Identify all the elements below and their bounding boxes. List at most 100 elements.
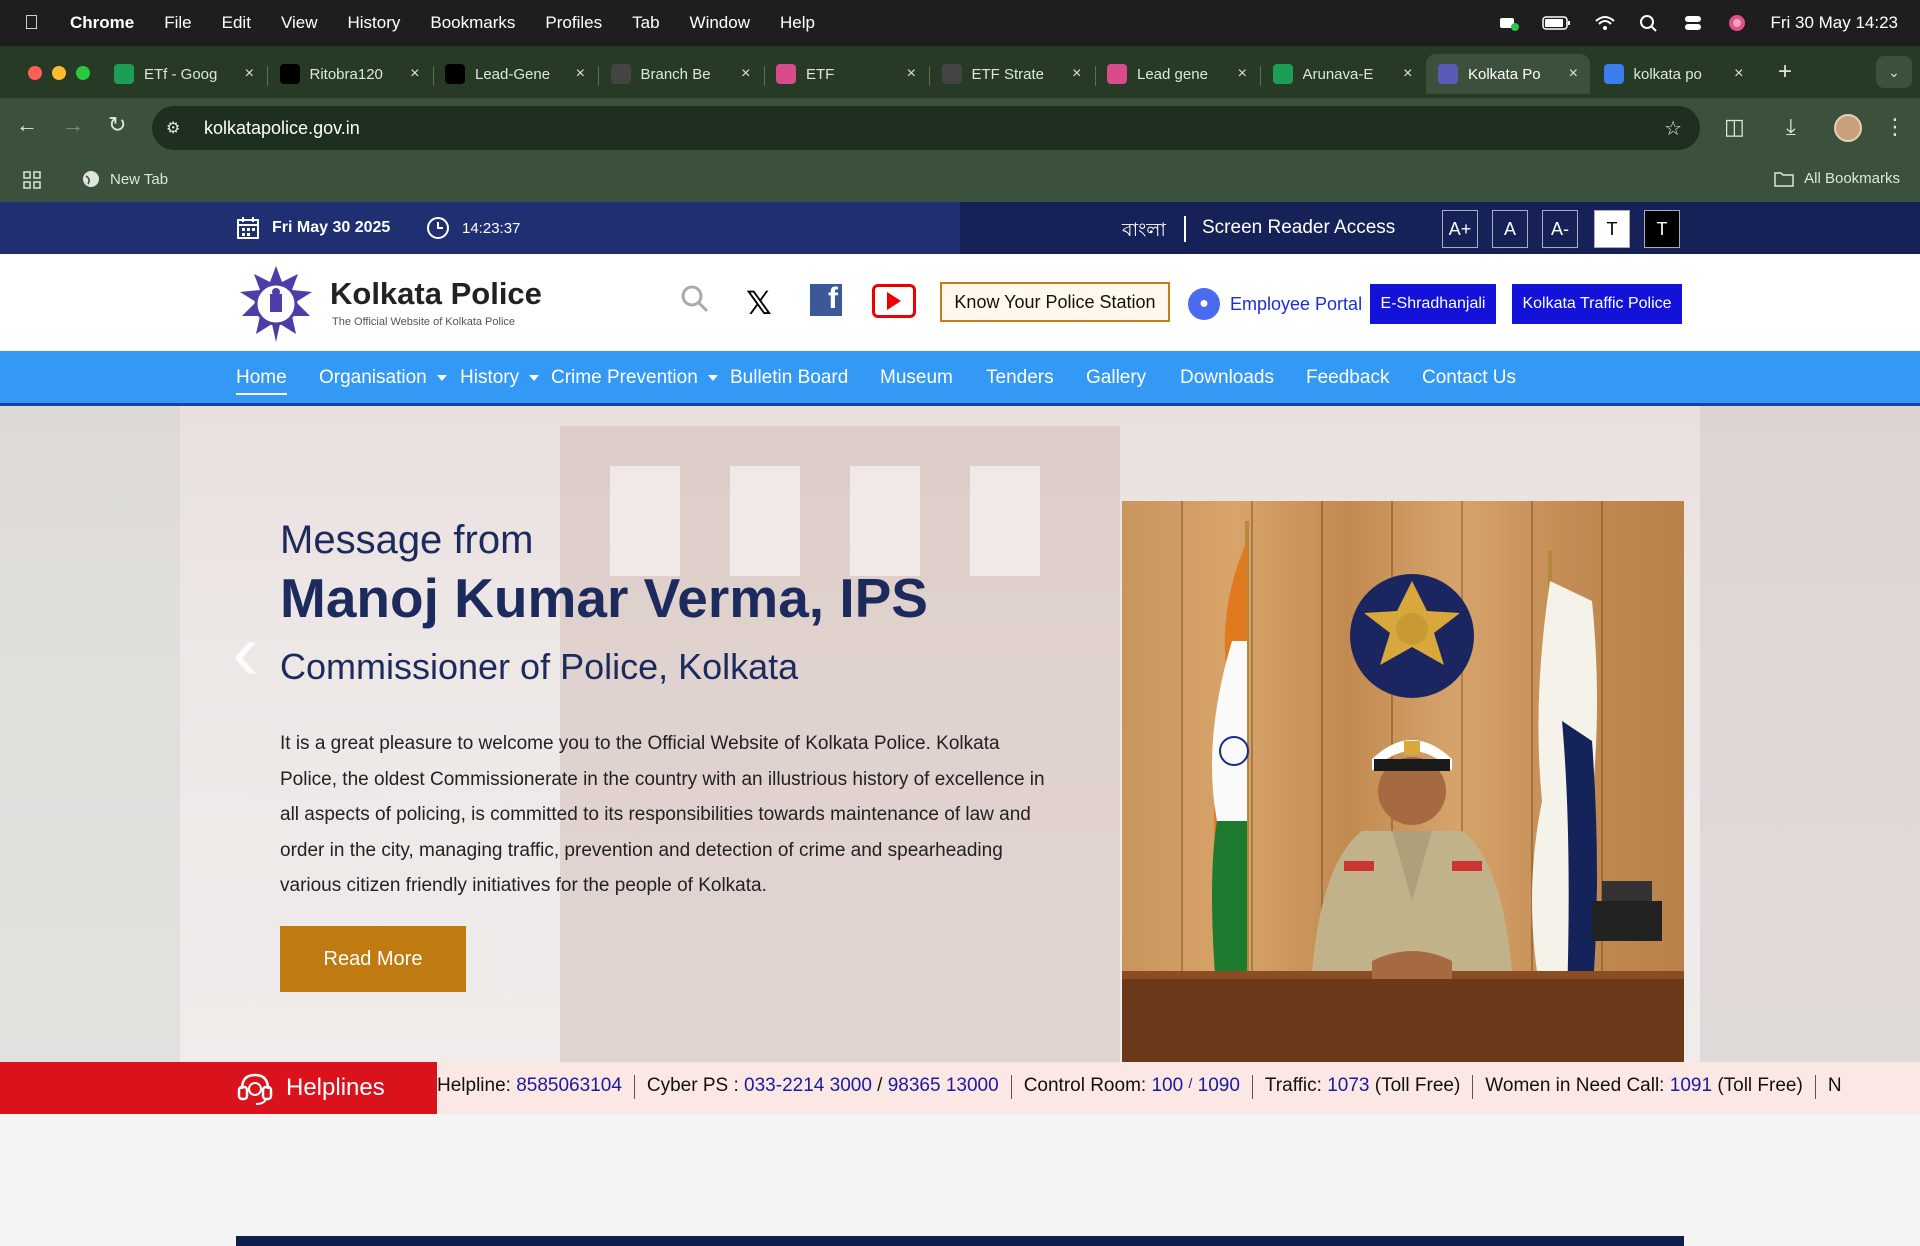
- browser-tab[interactable]: ETF ×: [764, 54, 928, 94]
- employee-portal-link[interactable]: ● Employee Portal: [1188, 288, 1362, 320]
- control-center-icon[interactable]: [1682, 14, 1704, 32]
- menu-window[interactable]: Window: [690, 13, 750, 33]
- tab-close-icon[interactable]: ×: [1238, 65, 1247, 83]
- site-title[interactable]: Kolkata Police: [330, 276, 542, 312]
- nav-crime-prevention[interactable]: Crime Prevention: [551, 367, 718, 389]
- tab-close-icon[interactable]: ×: [1072, 65, 1081, 83]
- spotlight-search-icon[interactable]: [1638, 14, 1660, 32]
- siri-icon[interactable]: [1726, 14, 1748, 32]
- globe-icon: [83, 171, 99, 187]
- nav-feedback[interactable]: Feedback: [1306, 367, 1389, 389]
- download-icon[interactable]: ⤓: [1786, 114, 1796, 140]
- slider-prev-arrow-icon[interactable]: ‹: [232, 606, 259, 698]
- extensions-icon[interactable]: ◫: [1724, 114, 1745, 140]
- tab-close-icon[interactable]: ×: [741, 65, 750, 83]
- url-text[interactable]: kolkatapolice.gov.in: [204, 118, 360, 139]
- screen-reader-link[interactable]: Screen Reader Access: [1202, 217, 1395, 239]
- sync-icon: [941, 64, 962, 84]
- tab-close-icon[interactable]: ×: [907, 65, 916, 83]
- nav-history[interactable]: History: [460, 367, 540, 389]
- browser-tab[interactable]: Branch Be ×: [599, 54, 763, 94]
- menu-kebab-icon[interactable]: ⋮: [1884, 114, 1906, 140]
- reload-icon[interactable]: ↻: [108, 112, 126, 138]
- background-window: [610, 466, 680, 576]
- tab-close-icon[interactable]: ×: [576, 65, 585, 83]
- menu-bookmarks[interactable]: Bookmarks: [430, 13, 515, 33]
- nav-museum[interactable]: Museum: [880, 367, 953, 389]
- menu-view[interactable]: View: [281, 13, 318, 33]
- cyber-ps-number-1[interactable]: 033-2214 3000: [744, 1075, 872, 1099]
- read-more-button[interactable]: Read More: [280, 926, 466, 992]
- cyber-ps-number-2[interactable]: 98365 13000: [888, 1075, 999, 1099]
- dark-theme-button[interactable]: T: [1644, 210, 1680, 248]
- nav-tenders[interactable]: Tenders: [986, 367, 1054, 389]
- kolkata-police-emblem-icon[interactable]: [236, 264, 316, 344]
- webcam-status-icon[interactable]: [1498, 14, 1520, 32]
- nav-gallery[interactable]: Gallery: [1086, 367, 1146, 389]
- apple-icon[interactable]: : [24, 12, 52, 35]
- battery-icon[interactable]: [1542, 14, 1572, 32]
- control-room-number-2[interactable]: 1090: [1198, 1075, 1240, 1099]
- menubar-clock[interactable]: Fri 30 May 14:23: [1770, 13, 1898, 33]
- youtube-icon[interactable]: [872, 284, 916, 318]
- tab-search-chevron-icon[interactable]: ⌄: [1876, 56, 1912, 88]
- tab-close-icon[interactable]: ×: [245, 65, 254, 83]
- font-normal-button[interactable]: A: [1492, 210, 1528, 248]
- nav-home-label: Home: [236, 367, 287, 388]
- tab-close-icon[interactable]: ×: [1403, 65, 1412, 83]
- facebook-icon[interactable]: f: [810, 282, 842, 316]
- know-your-police-station-button[interactable]: Know Your Police Station: [940, 282, 1170, 322]
- apps-grid-icon[interactable]: [22, 170, 42, 190]
- browser-tab[interactable]: Lead-Gene ×: [433, 54, 597, 94]
- women-number[interactable]: 1091: [1670, 1075, 1712, 1099]
- search-icon[interactable]: [680, 284, 710, 314]
- menu-file[interactable]: File: [164, 13, 191, 33]
- browser-tab[interactable]: Lead gene ×: [1095, 54, 1259, 94]
- forward-arrow-icon[interactable]: →: [62, 112, 84, 138]
- nav-downloads[interactable]: Downloads: [1180, 367, 1274, 389]
- menu-help[interactable]: Help: [780, 13, 815, 33]
- nav-contact-us[interactable]: Contact Us: [1422, 367, 1516, 389]
- browser-tab[interactable]: ETF Strate ×: [930, 54, 1094, 94]
- bookmark-star-icon[interactable]: ☆: [1664, 116, 1682, 141]
- e-shradhanjali-button[interactable]: E-Shradhanjali: [1370, 284, 1496, 324]
- control-room-number-1[interactable]: 100: [1151, 1075, 1183, 1099]
- light-theme-button[interactable]: T: [1594, 210, 1630, 248]
- menu-chrome[interactable]: Chrome: [70, 13, 134, 33]
- nav-organisation[interactable]: Organisation: [319, 367, 447, 389]
- menu-profiles[interactable]: Profiles: [545, 13, 602, 33]
- kolkata-traffic-police-button[interactable]: Kolkata Traffic Police: [1512, 284, 1682, 324]
- browser-tab[interactable]: Ritobra120 ×: [268, 54, 432, 94]
- wifi-icon[interactable]: [1594, 14, 1616, 32]
- traffic-number[interactable]: 1073: [1327, 1075, 1369, 1099]
- browser-tab[interactable]: Arunava-E ×: [1261, 54, 1425, 94]
- tab-close-icon[interactable]: ×: [1734, 65, 1743, 83]
- browser-tab[interactable]: ETf - Goog ×: [102, 54, 266, 94]
- tab-close-icon[interactable]: ×: [410, 65, 419, 83]
- menu-edit[interactable]: Edit: [222, 13, 251, 33]
- all-bookmarks[interactable]: All Bookmarks: [1774, 170, 1900, 187]
- font-decrease-button[interactable]: A-: [1542, 210, 1578, 248]
- tab-close-icon[interactable]: ×: [1569, 65, 1578, 83]
- site-info-icon[interactable]: ⚙: [166, 118, 190, 138]
- close-window-button[interactable]: [28, 66, 42, 80]
- address-bar[interactable]: ⚙ kolkatapolice.gov.in ☆: [152, 106, 1700, 150]
- browser-tab[interactable]: Kolkata Po ×: [1426, 54, 1590, 94]
- menu-history[interactable]: History: [347, 13, 400, 33]
- zoom-window-button[interactable]: [76, 66, 90, 80]
- language-toggle[interactable]: বাংলা: [1122, 216, 1166, 248]
- nav-bulletin-board[interactable]: Bulletin Board: [730, 367, 848, 389]
- message-from-label: Message from: [280, 518, 534, 562]
- bookmark-new-tab[interactable]: New Tab: [82, 170, 168, 188]
- minimize-window-button[interactable]: [52, 66, 66, 80]
- browser-tab[interactable]: kolkata po ×: [1592, 54, 1756, 94]
- nav-home[interactable]: Home: [236, 367, 287, 395]
- ticker-separator: [1814, 1075, 1816, 1099]
- menu-tab[interactable]: Tab: [632, 13, 659, 33]
- x-twitter-icon[interactable]: 𝕏: [746, 284, 772, 322]
- helpline-number[interactable]: 8585063104: [516, 1075, 622, 1099]
- back-arrow-icon[interactable]: ←: [16, 112, 38, 138]
- font-increase-button[interactable]: A+: [1442, 210, 1478, 248]
- new-tab-plus-icon[interactable]: +: [1778, 58, 1792, 86]
- profile-avatar[interactable]: [1834, 114, 1862, 142]
